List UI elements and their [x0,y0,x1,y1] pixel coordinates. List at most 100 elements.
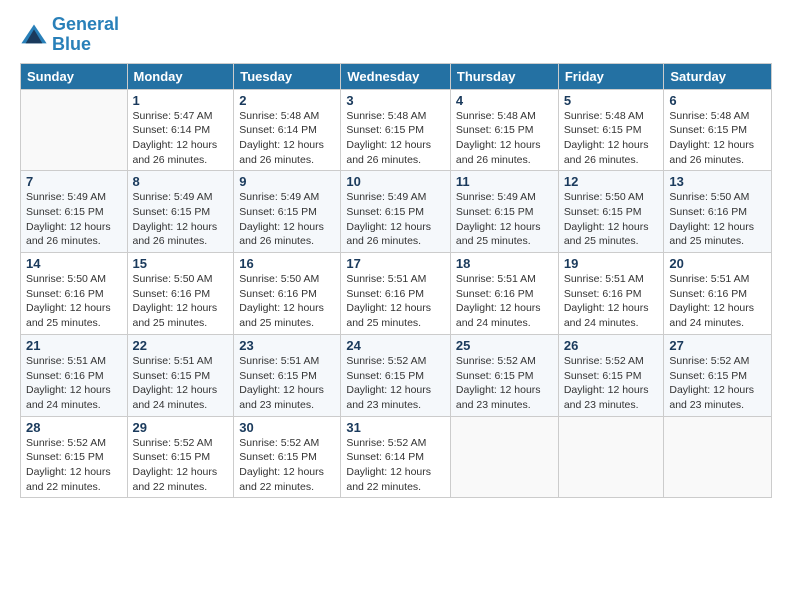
calendar-cell: 4Sunrise: 5:48 AM Sunset: 6:15 PM Daylig… [450,89,558,171]
day-info: Sunrise: 5:52 AM Sunset: 6:15 PM Dayligh… [669,354,766,413]
day-number: 3 [346,93,445,108]
calendar-cell: 7Sunrise: 5:49 AM Sunset: 6:15 PM Daylig… [21,171,128,253]
week-row-2: 14Sunrise: 5:50 AM Sunset: 6:16 PM Dayli… [21,253,772,335]
weekday-header-thursday: Thursday [450,63,558,89]
calendar-cell: 16Sunrise: 5:50 AM Sunset: 6:16 PM Dayli… [234,253,341,335]
calendar-cell: 1Sunrise: 5:47 AM Sunset: 6:14 PM Daylig… [127,89,234,171]
calendar-cell: 11Sunrise: 5:49 AM Sunset: 6:15 PM Dayli… [450,171,558,253]
calendar-cell: 28Sunrise: 5:52 AM Sunset: 6:15 PM Dayli… [21,416,128,498]
day-number: 13 [669,174,766,189]
calendar-cell: 23Sunrise: 5:51 AM Sunset: 6:15 PM Dayli… [234,334,341,416]
day-number: 23 [239,338,335,353]
calendar-cell: 10Sunrise: 5:49 AM Sunset: 6:15 PM Dayli… [341,171,451,253]
calendar-cell: 20Sunrise: 5:51 AM Sunset: 6:16 PM Dayli… [664,253,772,335]
calendar-table: SundayMondayTuesdayWednesdayThursdayFrid… [20,63,772,499]
day-info: Sunrise: 5:49 AM Sunset: 6:15 PM Dayligh… [456,190,553,249]
day-number: 15 [133,256,229,271]
day-info: Sunrise: 5:51 AM Sunset: 6:15 PM Dayligh… [239,354,335,413]
day-number: 25 [456,338,553,353]
day-number: 24 [346,338,445,353]
day-number: 17 [346,256,445,271]
calendar-cell: 6Sunrise: 5:48 AM Sunset: 6:15 PM Daylig… [664,89,772,171]
day-info: Sunrise: 5:50 AM Sunset: 6:16 PM Dayligh… [26,272,122,331]
day-number: 12 [564,174,659,189]
day-number: 27 [669,338,766,353]
day-number: 14 [26,256,122,271]
day-number: 2 [239,93,335,108]
day-info: Sunrise: 5:48 AM Sunset: 6:15 PM Dayligh… [564,109,659,168]
day-info: Sunrise: 5:52 AM Sunset: 6:15 PM Dayligh… [26,436,122,495]
day-number: 10 [346,174,445,189]
day-info: Sunrise: 5:52 AM Sunset: 6:15 PM Dayligh… [456,354,553,413]
day-number: 4 [456,93,553,108]
calendar-cell [21,89,128,171]
header: General Blue [20,15,772,55]
day-number: 30 [239,420,335,435]
logo-icon [20,21,48,49]
day-number: 26 [564,338,659,353]
calendar-cell: 25Sunrise: 5:52 AM Sunset: 6:15 PM Dayli… [450,334,558,416]
calendar-header-row: SundayMondayTuesdayWednesdayThursdayFrid… [21,63,772,89]
weekday-header-sunday: Sunday [21,63,128,89]
day-info: Sunrise: 5:50 AM Sunset: 6:16 PM Dayligh… [669,190,766,249]
day-number: 18 [456,256,553,271]
calendar-cell: 18Sunrise: 5:51 AM Sunset: 6:16 PM Dayli… [450,253,558,335]
day-number: 19 [564,256,659,271]
day-number: 8 [133,174,229,189]
day-info: Sunrise: 5:50 AM Sunset: 6:15 PM Dayligh… [564,190,659,249]
day-info: Sunrise: 5:51 AM Sunset: 6:16 PM Dayligh… [564,272,659,331]
calendar-cell: 24Sunrise: 5:52 AM Sunset: 6:15 PM Dayli… [341,334,451,416]
day-number: 6 [669,93,766,108]
day-number: 5 [564,93,659,108]
calendar-cell: 13Sunrise: 5:50 AM Sunset: 6:16 PM Dayli… [664,171,772,253]
day-info: Sunrise: 5:51 AM Sunset: 6:16 PM Dayligh… [346,272,445,331]
calendar-cell [664,416,772,498]
week-row-0: 1Sunrise: 5:47 AM Sunset: 6:14 PM Daylig… [21,89,772,171]
calendar-cell: 17Sunrise: 5:51 AM Sunset: 6:16 PM Dayli… [341,253,451,335]
day-info: Sunrise: 5:48 AM Sunset: 6:15 PM Dayligh… [456,109,553,168]
calendar-cell [558,416,664,498]
weekday-header-saturday: Saturday [664,63,772,89]
day-info: Sunrise: 5:49 AM Sunset: 6:15 PM Dayligh… [346,190,445,249]
week-row-4: 28Sunrise: 5:52 AM Sunset: 6:15 PM Dayli… [21,416,772,498]
calendar-cell: 31Sunrise: 5:52 AM Sunset: 6:14 PM Dayli… [341,416,451,498]
calendar-cell: 5Sunrise: 5:48 AM Sunset: 6:15 PM Daylig… [558,89,664,171]
day-info: Sunrise: 5:51 AM Sunset: 6:16 PM Dayligh… [456,272,553,331]
calendar-cell: 12Sunrise: 5:50 AM Sunset: 6:15 PM Dayli… [558,171,664,253]
day-number: 28 [26,420,122,435]
day-number: 7 [26,174,122,189]
calendar-cell: 8Sunrise: 5:49 AM Sunset: 6:15 PM Daylig… [127,171,234,253]
day-info: Sunrise: 5:52 AM Sunset: 6:15 PM Dayligh… [564,354,659,413]
page: General Blue SundayMondayTuesdayWednesda… [0,0,792,508]
calendar-cell: 2Sunrise: 5:48 AM Sunset: 6:14 PM Daylig… [234,89,341,171]
logo-text: General Blue [52,15,119,55]
day-info: Sunrise: 5:48 AM Sunset: 6:15 PM Dayligh… [346,109,445,168]
week-row-3: 21Sunrise: 5:51 AM Sunset: 6:16 PM Dayli… [21,334,772,416]
weekday-header-wednesday: Wednesday [341,63,451,89]
day-info: Sunrise: 5:52 AM Sunset: 6:15 PM Dayligh… [133,436,229,495]
day-number: 11 [456,174,553,189]
day-info: Sunrise: 5:49 AM Sunset: 6:15 PM Dayligh… [133,190,229,249]
day-number: 16 [239,256,335,271]
calendar-cell: 27Sunrise: 5:52 AM Sunset: 6:15 PM Dayli… [664,334,772,416]
day-number: 9 [239,174,335,189]
day-info: Sunrise: 5:48 AM Sunset: 6:14 PM Dayligh… [239,109,335,168]
calendar-cell: 3Sunrise: 5:48 AM Sunset: 6:15 PM Daylig… [341,89,451,171]
calendar-cell: 29Sunrise: 5:52 AM Sunset: 6:15 PM Dayli… [127,416,234,498]
calendar-cell: 30Sunrise: 5:52 AM Sunset: 6:15 PM Dayli… [234,416,341,498]
weekday-header-monday: Monday [127,63,234,89]
day-info: Sunrise: 5:51 AM Sunset: 6:16 PM Dayligh… [26,354,122,413]
day-info: Sunrise: 5:51 AM Sunset: 6:16 PM Dayligh… [669,272,766,331]
calendar-cell: 14Sunrise: 5:50 AM Sunset: 6:16 PM Dayli… [21,253,128,335]
day-number: 31 [346,420,445,435]
day-number: 20 [669,256,766,271]
day-info: Sunrise: 5:48 AM Sunset: 6:15 PM Dayligh… [669,109,766,168]
day-number: 22 [133,338,229,353]
calendar-cell: 21Sunrise: 5:51 AM Sunset: 6:16 PM Dayli… [21,334,128,416]
day-info: Sunrise: 5:50 AM Sunset: 6:16 PM Dayligh… [239,272,335,331]
day-info: Sunrise: 5:52 AM Sunset: 6:15 PM Dayligh… [239,436,335,495]
weekday-header-tuesday: Tuesday [234,63,341,89]
day-info: Sunrise: 5:49 AM Sunset: 6:15 PM Dayligh… [26,190,122,249]
day-number: 1 [133,93,229,108]
week-row-1: 7Sunrise: 5:49 AM Sunset: 6:15 PM Daylig… [21,171,772,253]
